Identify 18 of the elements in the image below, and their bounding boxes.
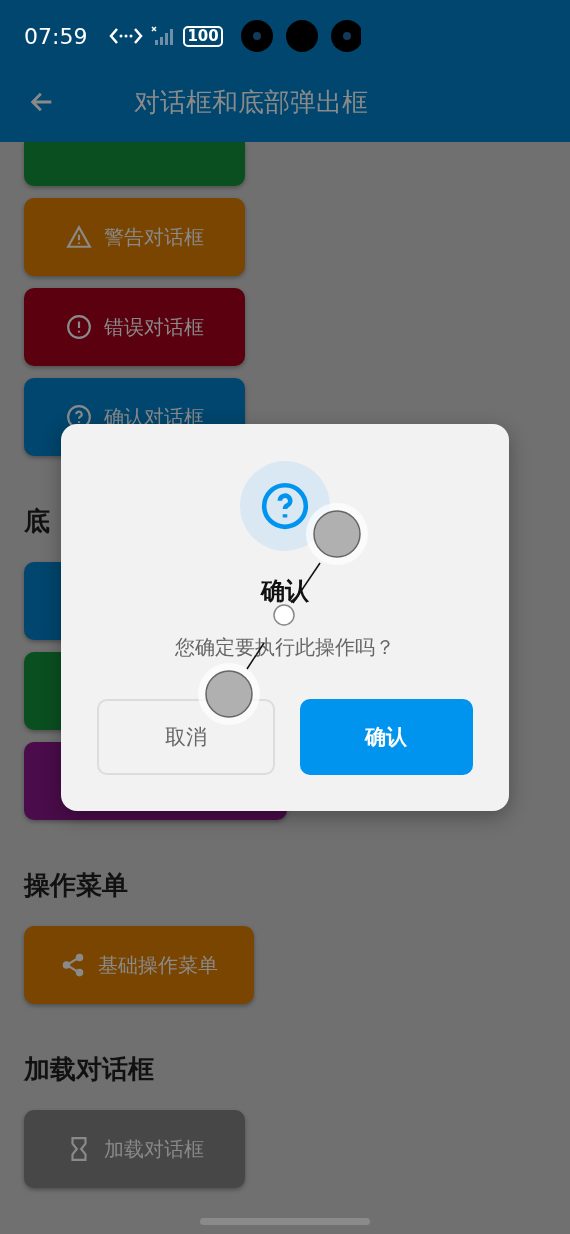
section-heading: 底 bbox=[24, 505, 50, 538]
dialog-demo-button[interactable]: 错误对话框 bbox=[24, 288, 245, 366]
pinch-center-icon bbox=[273, 604, 295, 626]
question-circle-icon bbox=[260, 480, 310, 531]
confirm-button[interactable]: 确认 bbox=[299, 698, 473, 775]
exclamation-circle-icon bbox=[65, 314, 92, 340]
dialog-demo-button[interactable]: 基础操作菜单 bbox=[24, 926, 254, 1004]
page-title: 对话框和底部弹出框 bbox=[134, 86, 368, 119]
dialog-demo-button[interactable]: 加载对话框 bbox=[24, 1110, 245, 1188]
dialog-demo-button[interactable]: 警告对话框 bbox=[24, 198, 245, 276]
section-heading: 加载对话框 bbox=[24, 1053, 154, 1086]
battery-level: 100 bbox=[183, 25, 223, 47]
share-icon bbox=[60, 952, 86, 978]
status-time: 07:59 bbox=[24, 23, 88, 49]
data-transfer-icon bbox=[109, 26, 144, 46]
signal-icon bbox=[151, 26, 176, 46]
section-heading: 操作菜单 bbox=[24, 869, 128, 902]
warning-icon bbox=[65, 224, 92, 250]
